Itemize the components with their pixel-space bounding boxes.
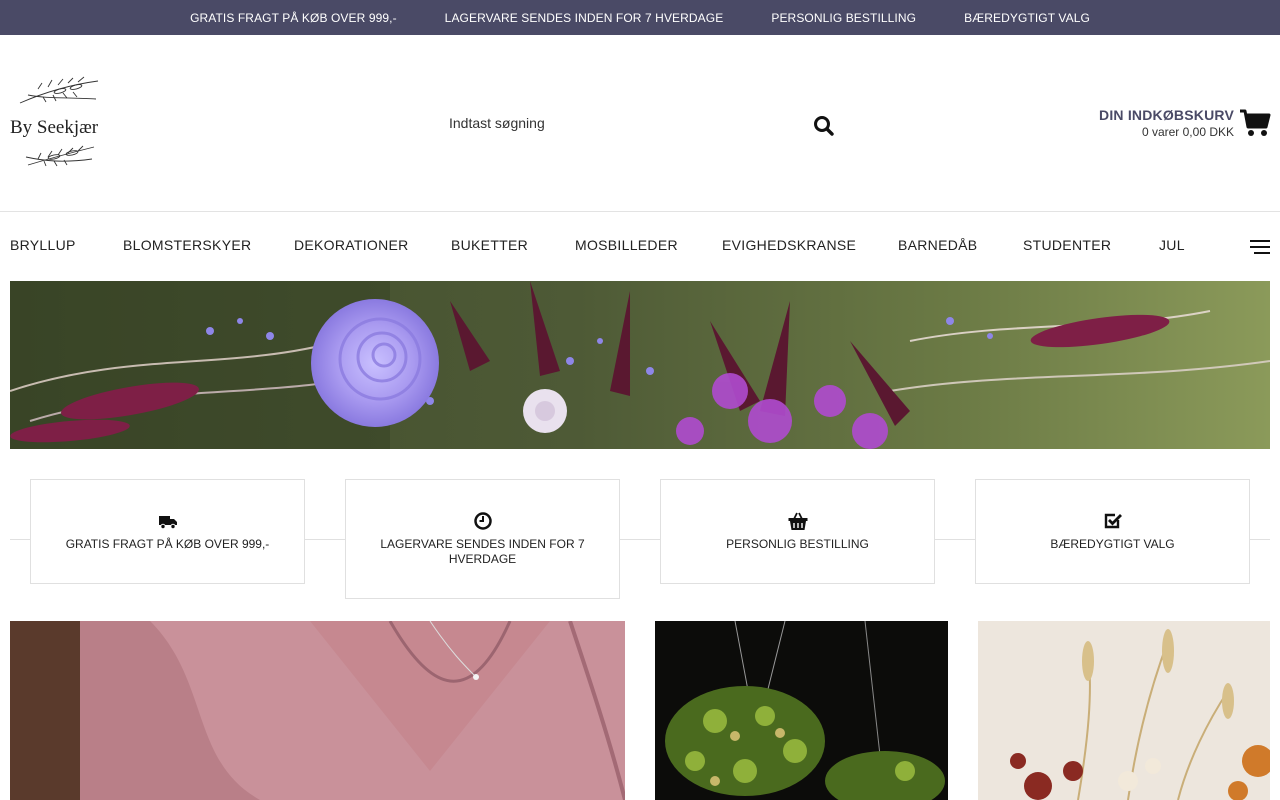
announcement-free-shipping: GRATIS FRAGT PÅ KØB OVER 999,-	[190, 10, 397, 25]
nav-item-jul[interactable]: JUL	[1159, 237, 1185, 253]
nav-item-blomsterskyer[interactable]: BLOMSTERSKYER	[123, 237, 251, 253]
usp-label: GRATIS FRAGT PÅ KØB OVER 999,-	[65, 537, 270, 551]
nav-item-evighedskranse[interactable]: EVIGHEDSKRANSE	[722, 237, 856, 253]
site-header: By Seekjær DIN INDKØBSKURV 0 varer 0,00 …	[0, 35, 1280, 212]
search-input[interactable]	[440, 105, 840, 141]
nav-item-buketter[interactable]: BUKETTER	[451, 237, 528, 253]
nav-item-barnedaab[interactable]: BARNEDÅB	[898, 237, 977, 253]
category-tile-dekorationer[interactable]	[978, 621, 1270, 800]
menu-toggle-button[interactable]	[1250, 239, 1270, 255]
usp-box-sustainable: BÆREDYGTIGT VALG	[975, 479, 1250, 584]
basket-icon	[788, 512, 807, 530]
usp-box-personal-order: PERSONLIG BESTILLING	[660, 479, 935, 584]
shopping-cart-icon	[1240, 109, 1271, 136]
usp-label: BÆREDYGTIGT VALG	[1050, 537, 1175, 551]
cart-button[interactable]	[1239, 108, 1271, 138]
site-logo[interactable]: By Seekjær	[8, 73, 104, 173]
dried-flower-bouquet-photo	[10, 281, 1270, 449]
cart-summary: 0 varer 0,00 DKK	[1141, 125, 1234, 139]
usp-label: LAGERVARE SENDES INDEN FOR 7 HVERDAGE	[380, 537, 585, 566]
nav-item-bryllup[interactable]: BRYLLUP	[10, 237, 76, 253]
clock-icon	[473, 512, 492, 530]
search-button[interactable]	[812, 114, 836, 138]
usp-box-free-shipping: GRATIS FRAGT PÅ KØB OVER 999,-	[30, 479, 305, 584]
search-icon	[814, 116, 834, 136]
nav-item-mosbilleder[interactable]: MOSBILLEDER	[575, 237, 678, 253]
hero-banner-image[interactable]	[10, 281, 1270, 449]
hanging-flower-cloud-photo	[655, 621, 948, 800]
announcement-bar: GRATIS FRAGT PÅ KØB OVER 999,- LAGERVARE…	[0, 0, 1280, 35]
main-navigation: BRYLLUP BLOMSTERSKYER DEKORATIONER BUKET…	[0, 213, 1280, 281]
cart-link[interactable]: DIN INDKØBSKURV 0 varer 0,00 DKK	[1099, 107, 1234, 139]
announcement-sustainable: BÆREDYGTIGT VALG	[964, 10, 1090, 25]
hamburger-menu-icon	[1250, 240, 1270, 254]
usp-label: PERSONLIG BESTILLING	[726, 537, 869, 551]
pink-dress-photo	[10, 621, 625, 800]
category-tile-blomsterskyer[interactable]	[655, 621, 948, 800]
usp-box-stock-shipping: LAGERVARE SENDES INDEN FOR 7 HVERDAGE	[345, 479, 620, 599]
category-tile-bryllup[interactable]	[10, 621, 625, 800]
cart-title: DIN INDKØBSKURV	[1099, 107, 1234, 123]
truck-icon	[158, 516, 177, 530]
logo-wordmark: By Seekjær	[10, 117, 99, 138]
announcement-stock-shipping: LAGERVARE SENDES INDEN FOR 7 HVERDAGE	[444, 10, 724, 25]
nav-item-dekorationer[interactable]: DEKORATIONER	[294, 237, 409, 253]
announcement-personal-order: PERSONLIG BESTILLING	[771, 10, 917, 25]
check-square-icon	[1104, 513, 1122, 529]
nav-item-studenter[interactable]: STUDENTER	[1023, 237, 1111, 253]
dried-flower-arrangement-photo	[978, 621, 1270, 800]
